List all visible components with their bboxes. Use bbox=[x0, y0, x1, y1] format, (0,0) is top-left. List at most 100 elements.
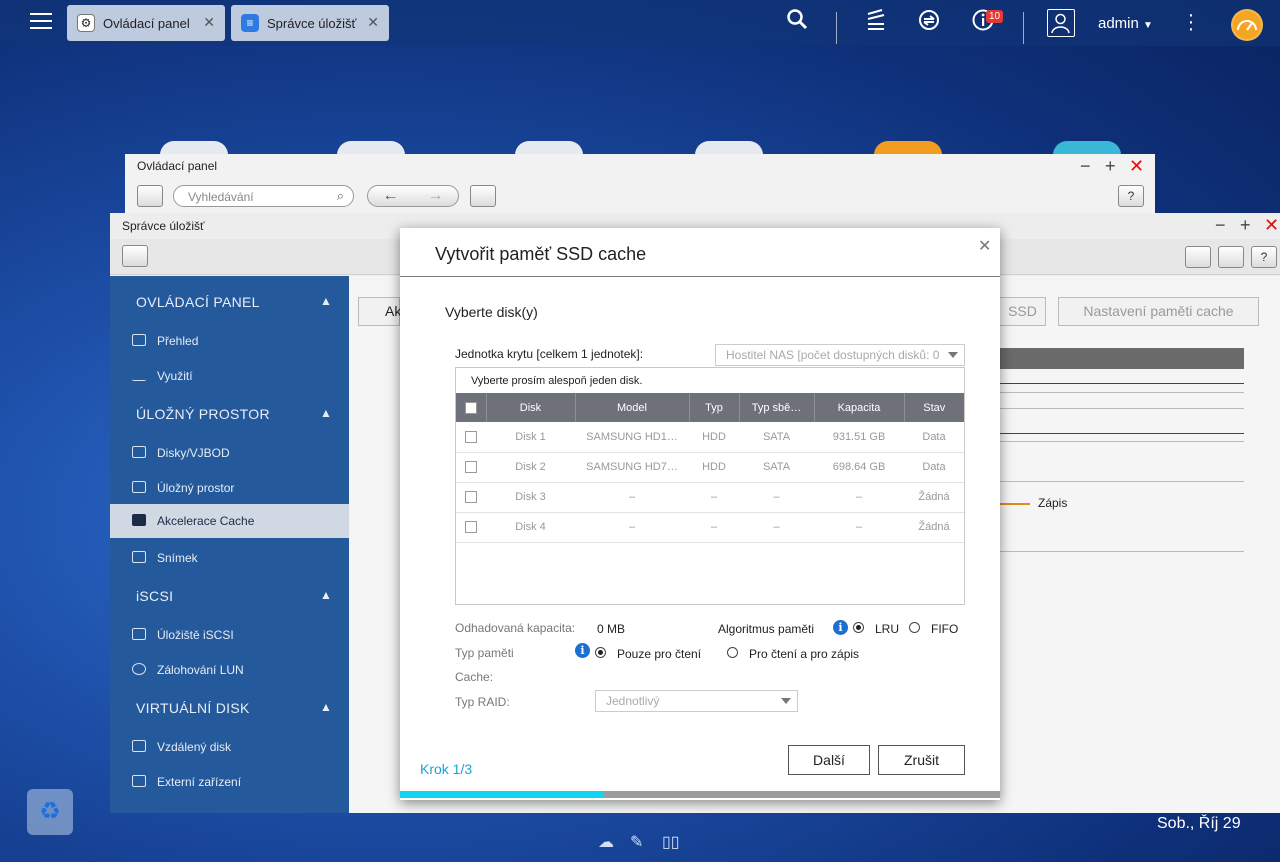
sidebar-section-iscsi[interactable]: iSCSI bbox=[136, 588, 173, 604]
main-menu-icon[interactable] bbox=[28, 10, 54, 34]
chevron-up-icon[interactable]: ▲ bbox=[320, 294, 332, 308]
table-row[interactable]: Disk 4 – – – – Žádná bbox=[456, 512, 964, 543]
algorithm-fifo-radio[interactable] bbox=[909, 622, 920, 633]
row-checkbox[interactable] bbox=[465, 461, 477, 474]
column-header[interactable]: Stav bbox=[904, 393, 964, 422]
raid-type-select[interactable]: Jednotlivý bbox=[595, 690, 798, 712]
cancel-button[interactable]: Zrušit bbox=[878, 745, 965, 775]
table-row[interactable]: Disk 3 – – – – Žádná bbox=[456, 482, 964, 513]
forward-arrow-icon[interactable]: → bbox=[428, 187, 444, 205]
close-icon[interactable]: ✕ bbox=[367, 14, 379, 31]
table-cell: Disk 3 bbox=[486, 482, 575, 513]
gear-icon[interactable] bbox=[1218, 246, 1244, 268]
raid-type-value: Jednotlivý bbox=[606, 694, 660, 708]
remote-disk-icon bbox=[132, 740, 146, 752]
search-icon[interactable] bbox=[782, 8, 812, 38]
list-icon bbox=[132, 334, 146, 346]
maximize-icon[interactable]: + bbox=[1240, 215, 1251, 236]
info-icon[interactable]: i bbox=[575, 643, 590, 658]
minimize-icon[interactable]: − bbox=[1215, 215, 1226, 236]
sidebar-section-control-panel[interactable]: OVLÁDACÍ PANEL bbox=[136, 294, 260, 310]
table-cell: – bbox=[739, 482, 814, 513]
table-row[interactable]: Disk 1 SAMSUNG HD1… HDD SATA 931.51 GB D… bbox=[456, 422, 964, 453]
gear-icon: ⚙ bbox=[77, 14, 95, 32]
back-arrow-icon[interactable]: ← bbox=[383, 187, 399, 205]
read-only-radio[interactable] bbox=[595, 647, 606, 658]
sidebar-toggle-icon[interactable] bbox=[122, 245, 148, 267]
chevron-up-icon[interactable]: ▲ bbox=[320, 588, 332, 602]
sidebar-item-cache-acceleration[interactable]: Akcelerace Cache bbox=[110, 504, 349, 538]
enclosure-select[interactable]: Hostitel NAS [počet dostupných disků: 0 bbox=[715, 344, 965, 366]
wizard-progress-fill bbox=[400, 791, 604, 798]
close-icon[interactable]: ✕ bbox=[203, 14, 215, 31]
row-checkbox[interactable] bbox=[465, 521, 477, 534]
taskbar-tab-control-panel[interactable]: ⚙ Ovládací panel ✕ bbox=[67, 5, 225, 41]
tool-icon[interactable] bbox=[1185, 246, 1211, 268]
column-header[interactable]: Typ sbě… bbox=[739, 393, 815, 422]
sync-icon[interactable] bbox=[914, 8, 944, 38]
sidebar-item-usage[interactable]: Využití bbox=[110, 359, 349, 393]
tab-acceleration[interactable]: Ak bbox=[358, 297, 401, 326]
notifications-icon[interactable]: 10 bbox=[968, 8, 1004, 38]
chevron-up-icon[interactable]: ▲ bbox=[320, 406, 332, 420]
sidebar-item-iscsi-storage[interactable]: Úložiště iSCSI bbox=[110, 618, 349, 652]
sidebar-item-disks[interactable]: Disky/VJBOD bbox=[110, 436, 349, 470]
cloud-icon[interactable]: ☁ bbox=[598, 832, 614, 852]
info-icon[interactable]: i bbox=[833, 620, 848, 635]
user-avatar-icon[interactable] bbox=[1047, 9, 1075, 37]
table-cell: – bbox=[814, 482, 904, 513]
read-only-label: Pouze pro čtení bbox=[617, 647, 702, 661]
dashboard-gauge-icon[interactable] bbox=[1231, 9, 1263, 41]
sidebar-item-label: Disky/VJBOD bbox=[157, 446, 230, 460]
sidebar-item-snapshot[interactable]: Snímek bbox=[110, 541, 349, 575]
close-icon[interactable]: ✕ bbox=[1129, 156, 1144, 177]
sidebar-item-overview[interactable]: Přehled bbox=[110, 324, 349, 358]
sidebar-item-lun-backup[interactable]: Zálohování LUN bbox=[110, 653, 349, 687]
row-checkbox[interactable] bbox=[465, 491, 477, 504]
sidebar-item-remote-disk[interactable]: Vzdálený disk bbox=[110, 730, 349, 764]
task-stack-icon[interactable] bbox=[861, 8, 891, 38]
minimize-icon[interactable]: − bbox=[1080, 156, 1091, 177]
maximize-icon[interactable]: + bbox=[1105, 156, 1116, 177]
sidebar-item-label: Vzdálený disk bbox=[157, 740, 232, 754]
row-checkbox-cell bbox=[456, 422, 486, 453]
taskbar-tab-storage-manager[interactable]: ≡ Správce úložišť ✕ bbox=[231, 5, 389, 41]
help-button[interactable]: ? bbox=[1118, 185, 1144, 207]
tab-ssd[interactable]: SSD bbox=[1000, 297, 1046, 326]
sidebar-item-storage-space[interactable]: Úložný prostor bbox=[110, 471, 349, 505]
next-button[interactable]: Další bbox=[788, 745, 870, 775]
sidebar-item-label: Akcelerace Cache bbox=[157, 514, 255, 528]
close-icon[interactable]: ✕ bbox=[1264, 215, 1279, 236]
tab-cache-settings[interactable]: Nastavení paměti cache bbox=[1058, 297, 1259, 326]
search-input[interactable]: Vyhledávání ⌕ bbox=[173, 185, 354, 207]
algorithm-lru-label: LRU bbox=[875, 622, 900, 636]
user-menu[interactable]: admin ▼ bbox=[1098, 15, 1153, 32]
close-icon[interactable]: ✕ bbox=[978, 236, 991, 256]
row-checkbox[interactable] bbox=[465, 430, 477, 443]
table-row[interactable]: Disk 2 SAMSUNG HD7… HDD SATA 698.64 GB D… bbox=[456, 452, 964, 483]
table-cell: SATA bbox=[739, 422, 814, 453]
external-device-icon bbox=[132, 775, 146, 787]
algorithm-lru-radio[interactable] bbox=[853, 622, 864, 633]
sidebar-section-virtual-disk[interactable]: VIRTUÁLNÍ DISK bbox=[136, 700, 250, 716]
column-header[interactable]: Disk bbox=[486, 393, 576, 422]
recycle-bin-icon[interactable]: ♻ bbox=[27, 789, 73, 835]
book-icon[interactable]: ▯▯ bbox=[662, 832, 680, 852]
tools-icon[interactable]: ✎ bbox=[630, 832, 643, 852]
row-checkbox-cell bbox=[456, 482, 486, 513]
read-write-radio[interactable] bbox=[727, 647, 738, 658]
column-header[interactable]: Kapacita bbox=[814, 393, 905, 422]
help-button[interactable]: ? bbox=[1251, 246, 1277, 268]
sidebar-item-external-device[interactable]: Externí zařízení bbox=[110, 765, 349, 799]
sidebar-item-label: Snímek bbox=[157, 551, 198, 565]
control-panel-window: Ovládací panel − + ✕ Vyhledávání ⌕ ← → ? bbox=[125, 154, 1155, 214]
column-header[interactable]: Typ bbox=[689, 393, 740, 422]
column-header[interactable]: Model bbox=[575, 393, 690, 422]
chevron-up-icon[interactable]: ▲ bbox=[320, 700, 332, 714]
more-options-icon[interactable]: · · · bbox=[1186, 5, 1196, 39]
app-grid-icon[interactable] bbox=[470, 185, 496, 207]
sidebar-section-storage[interactable]: ÚLOŽNÝ PROSTOR bbox=[136, 406, 270, 422]
taskbar-tab-label: Ovládací panel bbox=[103, 15, 190, 31]
sidebar-toggle-icon[interactable] bbox=[137, 185, 163, 207]
select-all-checkbox[interactable] bbox=[464, 401, 477, 414]
